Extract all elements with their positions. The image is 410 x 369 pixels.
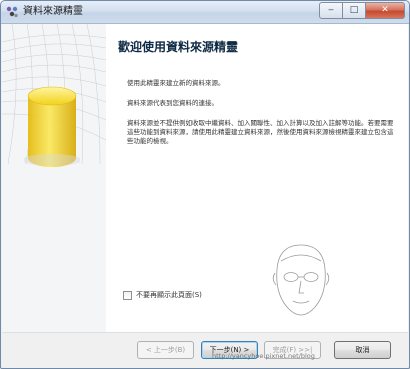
- data-source-wizard-icon: [6, 6, 18, 18]
- minimize-button[interactable]: ‒: [319, 2, 343, 19]
- title-bar[interactable]: 資料來源精靈 ‒ □ ✕: [1, 1, 409, 24]
- blog-watermark: http://yancyhoe.pixnet.net/blog: [212, 352, 315, 360]
- close-button[interactable]: ✕: [366, 2, 405, 19]
- back-button[interactable]: < 上一步(B): [137, 341, 194, 359]
- wizard-window: 資料來源精靈 ‒ □ ✕ 歡迎使用資料來源精靈 使用此精靈來建立新的資料來源。 …: [0, 0, 410, 369]
- caption-buttons: ‒ □ ✕: [319, 2, 405, 19]
- dont-show-again-checkbox[interactable]: [123, 290, 132, 300]
- intro-paragraph-3: 資料來源並不提供例如收取中繼資料、加入關聯性、加入計算以及加入註解等功能。若要需…: [127, 119, 394, 145]
- maximize-button[interactable]: □: [343, 2, 366, 19]
- wizard-content: 歡迎使用資料來源精靈 使用此精靈來建立新的資料來源。 資料來源代表到您資料的連接…: [2, 24, 408, 332]
- decorative-mesh-graphic: [2, 24, 106, 165]
- intro-paragraph-1: 使用此精靈來建立新的資料來源。: [127, 79, 225, 87]
- database-cylinder-icon: [24, 86, 80, 167]
- cancel-button[interactable]: 取消: [334, 341, 391, 359]
- intro-paragraph-2: 資料來源代表到您資料的連接。: [127, 99, 218, 107]
- dont-show-again-option[interactable]: 不要再顯示此頁面(S): [123, 290, 202, 300]
- side-graphic-panel: [2, 24, 106, 332]
- dont-show-again-label[interactable]: 不要再顯示此頁面(S): [136, 290, 202, 300]
- wizard-footer: < 上一步(B) 下一步(N) > 完成(F) >>| 取消: [2, 332, 408, 368]
- page-title: 歡迎使用資料來源精靈: [118, 40, 239, 54]
- window-title: 資料來源精靈: [23, 6, 83, 17]
- face-sketch-watermark: [272, 244, 330, 316]
